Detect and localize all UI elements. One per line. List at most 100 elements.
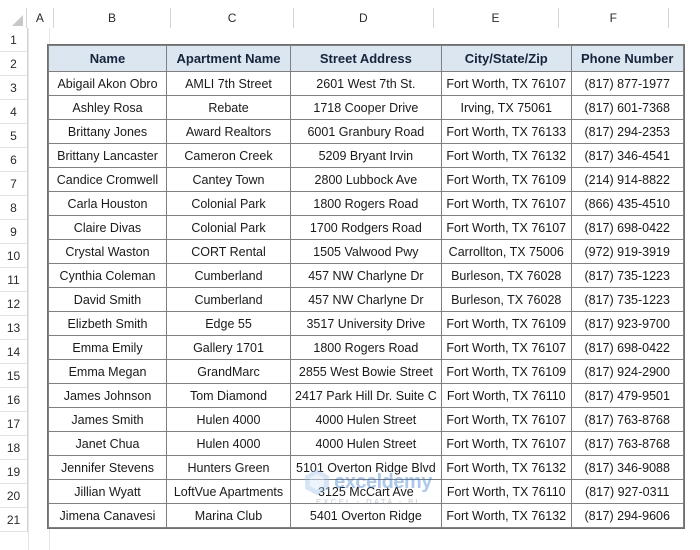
cell-apartment-name[interactable]: Award Realtors <box>166 119 291 144</box>
cell-phone-number[interactable]: (817) 294-2353 <box>570 119 684 144</box>
cell-city-state-zip[interactable]: Fort Worth, TX 76107 <box>440 431 572 456</box>
cell-city-state-zip[interactable]: Burleson, TX 76028 <box>440 263 572 288</box>
cell-phone-number[interactable]: (817) 923-9700 <box>570 311 684 336</box>
cell-phone-number[interactable]: (817) 924-2900 <box>570 359 684 384</box>
cell-city-state-zip[interactable]: Carrollton, TX 75006 <box>440 239 572 264</box>
cell-apartment-name[interactable]: Gallery 1701 <box>166 335 291 360</box>
cell-apartment-name[interactable]: Edge 55 <box>166 311 291 336</box>
cell-street-address[interactable]: 1800 Rogers Road <box>290 191 442 216</box>
cell-name[interactable]: Abigail Akon Obro <box>48 71 167 96</box>
cell-street-address[interactable]: 5101 Overton Ridge Blvd <box>290 455 442 480</box>
cell-street-address[interactable]: 2417 Park Hill Dr. Suite C <box>290 383 442 408</box>
cell-name[interactable]: Elizbeth Smith <box>48 311 167 336</box>
cell-phone-number[interactable]: (817) 698-0422 <box>570 215 684 240</box>
column-header-g[interactable] <box>669 8 700 28</box>
cell-name[interactable]: Jillian Wyatt <box>48 479 167 504</box>
column-header-b[interactable]: B <box>53 8 172 28</box>
row-header-3[interactable]: 3 <box>0 76 27 100</box>
cell-city-state-zip[interactable]: Fort Worth, TX 76132 <box>440 455 572 480</box>
cell-city-state-zip[interactable]: Fort Worth, TX 76109 <box>440 167 572 192</box>
cell-apartment-name[interactable]: Cantey Town <box>166 167 291 192</box>
cell-city-state-zip[interactable]: Fort Worth, TX 76107 <box>440 215 572 240</box>
cell-phone-number[interactable]: (817) 735-1223 <box>570 287 684 312</box>
cell-phone-number[interactable]: (214) 914-8822 <box>570 167 684 192</box>
cell-city-state-zip[interactable]: Fort Worth, TX 76110 <box>440 479 572 504</box>
cell-apartment-name[interactable]: Cameron Creek <box>166 143 291 168</box>
cell-name[interactable]: Jennifer Stevens <box>48 455 167 480</box>
cell-name[interactable]: Claire Divas <box>48 215 167 240</box>
cell-street-address[interactable]: 3125 McCart Ave <box>290 479 442 504</box>
cell-apartment-name[interactable]: Cumberland <box>166 263 291 288</box>
row-header-1[interactable]: 1 <box>0 28 27 52</box>
cell-city-state-zip[interactable]: Burleson, TX 76028 <box>440 287 572 312</box>
row-header-11[interactable]: 11 <box>0 268 27 292</box>
cell-name[interactable]: Emma Megan <box>48 359 167 384</box>
cell-name[interactable]: Brittany Lancaster <box>48 143 167 168</box>
cell-street-address[interactable]: 2601 West 7th St. <box>290 71 442 96</box>
cell-city-state-zip[interactable]: Fort Worth, TX 76132 <box>440 503 572 528</box>
cell-apartment-name[interactable]: Hulen 4000 <box>166 431 291 456</box>
cell-apartment-name[interactable]: Tom Diamond <box>166 383 291 408</box>
cell-phone-number[interactable]: (817) 698-0422 <box>570 335 684 360</box>
cell-name[interactable]: Brittany Jones <box>48 119 167 144</box>
cell-city-state-zip[interactable]: Fort Worth, TX 76107 <box>440 191 572 216</box>
cell-street-address[interactable]: 2800 Lubbock Ave <box>290 167 442 192</box>
cell-apartment-name[interactable]: Hulen 4000 <box>166 407 291 432</box>
cell-name[interactable]: Cynthia Coleman <box>48 263 167 288</box>
cell-name[interactable]: David Smith <box>48 287 167 312</box>
cell-city-state-zip[interactable]: Fort Worth, TX 76109 <box>440 311 572 336</box>
cell-phone-number[interactable]: (817) 763-8768 <box>570 407 684 432</box>
cell-city-state-zip[interactable]: Fort Worth, TX 76133 <box>440 119 572 144</box>
cell-phone-number[interactable]: (817) 877-1977 <box>570 71 684 96</box>
cell-apartment-name[interactable]: Colonial Park <box>166 215 291 240</box>
cell-apartment-name[interactable]: CORT Rental <box>166 239 291 264</box>
cell-apartment-name[interactable]: AMLI 7th Street <box>166 71 291 96</box>
cell-apartment-name[interactable]: Cumberland <box>166 287 291 312</box>
row-header-12[interactable]: 12 <box>0 292 27 316</box>
row-header-15[interactable]: 15 <box>0 364 27 388</box>
cell-street-address[interactable]: 6001 Granbury Road <box>290 119 442 144</box>
cell-phone-number[interactable]: (817) 763-8768 <box>570 431 684 456</box>
cell-apartment-name[interactable]: Rebate <box>166 95 291 120</box>
cell-street-address[interactable]: 5401 Overton Ridge <box>290 503 442 528</box>
cell-name[interactable]: Carla Houston <box>48 191 167 216</box>
cell-phone-number[interactable]: (817) 346-4541 <box>570 143 684 168</box>
row-header-8[interactable]: 8 <box>0 196 27 220</box>
row-header-16[interactable]: 16 <box>0 388 27 412</box>
cell-apartment-name[interactable]: LoftVue Apartments <box>166 479 291 504</box>
cell-street-address[interactable]: 4000 Hulen Street <box>290 431 442 456</box>
cell-phone-number[interactable]: (817) 927-0311 <box>570 479 684 504</box>
column-header-f[interactable]: F <box>558 8 670 28</box>
row-header-13[interactable]: 13 <box>0 316 27 340</box>
cell-city-state-zip[interactable]: Fort Worth, TX 76132 <box>440 143 572 168</box>
cell-name[interactable]: Emma Emily <box>48 335 167 360</box>
column-header-d[interactable]: D <box>294 8 434 28</box>
cell-name[interactable]: James Johnson <box>48 383 167 408</box>
cell-phone-number[interactable]: (817) 294-9606 <box>570 503 684 528</box>
cell-phone-number[interactable]: (866) 435-4510 <box>570 191 684 216</box>
cell-city-state-zip[interactable]: Fort Worth, TX 76107 <box>440 71 572 96</box>
row-header-10[interactable]: 10 <box>0 244 27 268</box>
cell-phone-number[interactable]: (817) 479-9501 <box>570 383 684 408</box>
cell-name[interactable]: Ashley Rosa <box>48 95 167 120</box>
row-header-7[interactable]: 7 <box>0 172 27 196</box>
row-header-6[interactable]: 6 <box>0 148 27 172</box>
row-header-2[interactable]: 2 <box>0 52 27 76</box>
cell-city-state-zip[interactable]: Fort Worth, TX 76110 <box>440 383 572 408</box>
row-header-9[interactable]: 9 <box>0 220 27 244</box>
row-header-18[interactable]: 18 <box>0 436 27 460</box>
cell-street-address[interactable]: 5209 Bryant Irvin <box>290 143 442 168</box>
cell-apartment-name[interactable]: Hunters Green <box>166 455 291 480</box>
cell-apartment-name[interactable]: Colonial Park <box>166 191 291 216</box>
cell-name[interactable]: Crystal Waston <box>48 239 167 264</box>
cell-street-address[interactable]: 1718 Cooper Drive <box>290 95 442 120</box>
column-header-c[interactable]: C <box>171 8 295 28</box>
cell-name[interactable]: Candice Cromwell <box>48 167 167 192</box>
cell-name[interactable]: James Smith <box>48 407 167 432</box>
row-header-21[interactable]: 21 <box>0 508 27 532</box>
cell-street-address[interactable]: 3517 University Drive <box>290 311 442 336</box>
cell-apartment-name[interactable]: Marina Club <box>166 503 291 528</box>
row-header-19[interactable]: 19 <box>0 460 27 484</box>
cell-street-address[interactable]: 457 NW Charlyne Dr <box>290 263 442 288</box>
row-header-4[interactable]: 4 <box>0 100 27 124</box>
